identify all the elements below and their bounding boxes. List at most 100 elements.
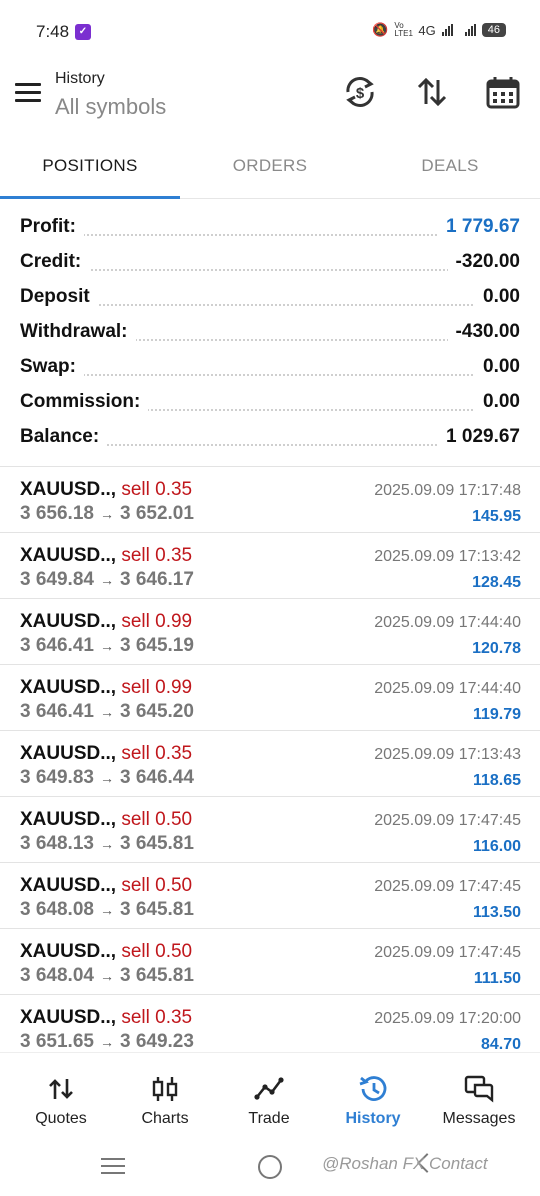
deal-prices: 3 656.18 → 3 652.01 [20,503,194,524]
arrow-icon: → [99,1034,114,1050]
page-title: History [55,70,105,87]
summary-panel: Profit: 1 779.67 Credit: -320.00 Deposit 0.… [0,210,540,455]
deal-profit: 119.79 [472,706,521,723]
deal-prices: 3 651.65 → 3 649.23 [20,1031,194,1052]
list-item[interactable]: XAUUSD.., sell 0.50 3 648.04 → 3 645.81 20… [0,928,540,994]
arrow-icon: → [99,902,114,918]
arrow-icon: → [99,638,114,654]
arrow-icon: → [99,704,114,720]
system-navigation: @Roshan FX Contact [0,1138,540,1196]
deal-type: sell 0.99 [121,611,193,632]
nav-charts[interactable]: Charts [111,1053,219,1139]
deal-symbol: XAUUSD.., sell 0.35 [20,479,193,500]
positions-list: XAUUSD.., sell 0.35 3 656.18 → 3 652.01 20… [0,466,540,1060]
summary-label: Commission: [20,391,149,413]
deal-symbol: XAUUSD.., sell 0.50 [20,809,193,830]
deal-time: 2025.09.09 17:44:40 [374,614,521,631]
deal-prices: 3 646.41 → 3 645.20 [20,701,194,722]
list-item[interactable]: XAUUSD.., sell 0.50 3 648.08 → 3 645.81 20… [0,862,540,928]
list-item[interactable]: XAUUSD.., sell 0.35 3 649.83 → 3 646.44 20… [0,730,540,796]
deal-time: 2025.09.09 17:47:45 [374,812,521,829]
deal-type: sell 0.35 [121,545,193,566]
list-item[interactable]: XAUUSD.., sell 0.35 3 656.18 → 3 652.01 20… [0,466,540,532]
deal-time: 2025.09.09 17:13:43 [374,746,521,763]
arrow-icon: → [99,968,114,984]
signal-icon [441,24,453,36]
app-header: History All symbols $ [0,64,540,134]
nav-trade[interactable]: Trade [215,1053,323,1139]
list-item[interactable]: XAUUSD.., sell 0.50 3 648.13 → 3 645.81 20… [0,796,540,862]
deal-prices: 3 649.84 → 3 646.17 [20,569,194,590]
deal-symbol: XAUUSD.., sell 0.50 [20,875,193,896]
deal-type: sell 0.50 [121,875,193,896]
summary-row-balance: Balance: 1 029.67 [0,420,540,455]
signal-icon-2 [464,24,476,36]
deal-time: 2025.09.09 17:17:48 [374,482,521,499]
battery-icon: 46 [481,23,506,37]
deal-profit: 111.50 [473,970,521,987]
deal-type: sell 0.50 [121,809,193,830]
deal-profit: 118.65 [472,772,521,789]
charts-icon [149,1073,181,1105]
deal-time: 2025.09.09 17:47:45 [374,878,521,895]
summary-value: 1 029.67 [438,426,520,448]
deal-prices: 3 648.08 → 3 645.81 [20,899,194,920]
nav-history[interactable]: History [319,1053,427,1139]
nav-label: Quotes [35,1110,87,1127]
tab-orders[interactable]: ORDERS [180,134,360,198]
summary-label: Withdrawal: [20,321,136,343]
summary-label: Profit: [20,216,84,238]
arrow-icon: → [99,770,114,786]
deal-time: 2025.09.09 17:44:40 [374,680,521,697]
recent-apps-icon[interactable] [101,1158,125,1176]
deal-time: 2025.09.09 17:47:45 [374,944,521,961]
menu-icon[interactable] [15,83,41,103]
tab-positions[interactable]: POSITIONS [0,134,180,199]
summary-value: -320.00 [447,251,520,273]
deal-symbol: XAUUSD.., sell 0.50 [20,941,193,962]
messages-icon [463,1073,495,1105]
app-notification-icon: ✓ [75,24,91,40]
calendar-icon[interactable] [485,74,521,110]
deal-profit: 116.00 [472,838,521,855]
arrow-icon: → [99,572,114,588]
bottom-navigation: Quotes Charts Trade History Messages [0,1052,540,1139]
nav-quotes[interactable]: Quotes [7,1053,115,1139]
deal-symbol: XAUUSD.., sell 0.99 [20,611,193,632]
deal-profit: 113.50 [472,904,521,921]
deal-time: 2025.09.09 17:20:00 [374,1010,521,1027]
summary-row-swap: Swap: 0.00 [0,350,540,385]
summary-value: 0.00 [475,286,520,308]
deal-type: sell 0.35 [121,479,193,500]
home-icon[interactable] [258,1155,282,1179]
deal-prices: 3 649.83 → 3 646.44 [20,767,194,788]
list-item[interactable]: XAUUSD.., sell 0.99 3 646.41 → 3 645.19 20… [0,598,540,664]
list-item[interactable]: XAUUSD.., sell 0.35 3 651.65 → 3 649.23 20… [0,994,540,1060]
deal-symbol: XAUUSD.., sell 0.35 [20,1007,193,1028]
deal-symbol: XAUUSD.., sell 0.35 [20,743,193,764]
nav-label: Charts [141,1110,189,1127]
quotes-icon [45,1073,77,1105]
currency-refresh-icon[interactable]: $ [342,74,378,110]
arrow-icon: → [99,506,114,522]
deal-symbol: XAUUSD.., sell 0.99 [20,677,193,698]
sort-icon[interactable] [414,74,450,110]
list-item[interactable]: XAUUSD.., sell 0.99 3 646.41 → 3 645.20 20… [0,664,540,730]
summary-value: 0.00 [475,391,520,413]
summary-value: 1 779.67 [438,216,520,238]
history-icon [357,1073,389,1105]
list-item[interactable]: XAUUSD.., sell 0.35 3 649.84 → 3 646.17 20… [0,532,540,598]
tab-deals[interactable]: DEALS [360,134,540,198]
summary-row-commission: Commission: 0.00 [0,385,540,420]
summary-label: Deposit [20,286,98,308]
symbol-filter[interactable]: All symbols [55,94,166,120]
summary-row-credit: Credit: -320.00 [0,245,540,280]
deal-profit: 120.78 [472,640,521,657]
nav-messages[interactable]: Messages [425,1053,533,1139]
trade-icon [253,1073,285,1105]
summary-label: Swap: [20,356,84,378]
summary-label: Balance: [20,426,108,448]
watermark: @Roshan FX Contact [322,1154,488,1173]
deal-profit: 145.95 [472,508,521,525]
arrow-icon: → [99,836,114,852]
